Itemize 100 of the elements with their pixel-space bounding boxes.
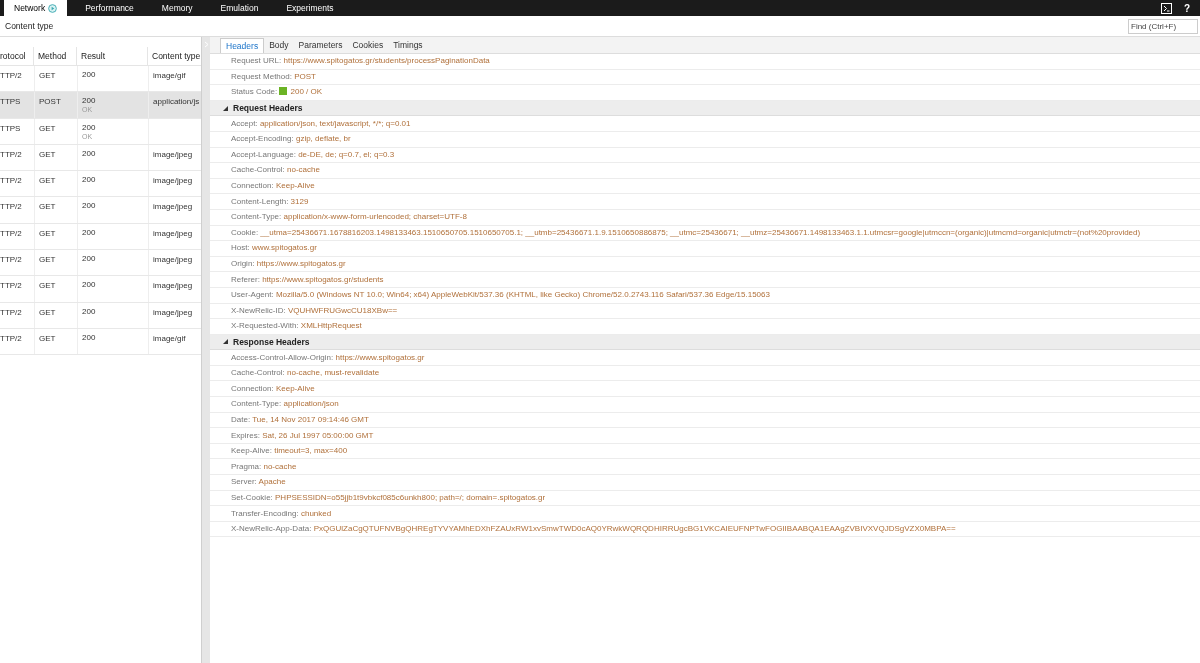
- header-entry: Set-Cookie: PHPSESSIDN=o55jjb1t9vbkcf085c6unkh800; path=/; domain=.spitogatos.gr: [231, 491, 546, 504]
- header-entry: Accept-Encoding: gzip, deflate, br: [231, 133, 351, 146]
- header-entry: Keep-Alive: timeout=3, max=400: [231, 445, 348, 458]
- column-header[interactable]: rotocol: [0, 47, 34, 65]
- header-entry: Referer: https://www.spitogatos.gr/students: [231, 273, 384, 286]
- table-cell: image/jpeg: [153, 281, 193, 291]
- table-cell: image/jpeg: [153, 176, 193, 186]
- tool-tab[interactable]: Experiments: [276, 0, 344, 16]
- table-cell: GET: [39, 228, 56, 238]
- table-cell: image/jpeg: [153, 228, 193, 238]
- header-entry: Connection: Keep-Alive: [231, 180, 315, 193]
- table-cell: GET: [39, 281, 56, 291]
- table-cell: image/jpeg: [153, 202, 193, 212]
- request-row[interactable]: TTP/2 GET 200 image/jpeg: [0, 276, 201, 303]
- table-cell-text: 200: [82, 201, 97, 211]
- table-cell: TTP/2: [0, 333, 22, 343]
- table-cell: image/jpeg: [153, 149, 193, 159]
- table-cell: TTP/2: [0, 281, 22, 291]
- table-cell: TTP/2: [0, 176, 22, 186]
- request-row[interactable]: TTP/2 GET 200 image/jpeg: [0, 171, 201, 198]
- table-cell: image/jpeg: [153, 307, 193, 317]
- detail-tab[interactable]: Cookies: [347, 38, 389, 53]
- table-cell: GET: [39, 307, 56, 317]
- header-entry: Pragma: no-cache: [231, 460, 297, 473]
- table-cell: GET: [39, 149, 56, 159]
- table-cell: TTP/2: [0, 71, 22, 80]
- find-field[interactable]: Find (Ctrl+F): [1128, 18, 1198, 34]
- table-cell: GET: [39, 333, 56, 343]
- header-entry: Transfer-Encoding: chunked: [231, 507, 332, 520]
- table-cell: image/gif: [153, 333, 186, 343]
- detail-tab[interactable]: Timings: [388, 38, 428, 53]
- table-cell: GET: [39, 176, 56, 186]
- table-cell: TTPS: [0, 97, 21, 107]
- header-entry: X-NewRelic-ID: VQUHWFRUGwcCU18XBw==: [231, 304, 398, 317]
- table-cell-text: 200: [82, 70, 97, 79]
- column-header[interactable]: Method: [34, 47, 77, 65]
- table-cell-text: 200: [82, 122, 97, 132]
- table-cell: GET: [39, 71, 56, 80]
- tool-tab[interactable]: Performance: [75, 0, 144, 16]
- table-cell-text: 200: [82, 332, 97, 342]
- request-row[interactable]: TTP/2 GET 200 image/jpeg: [0, 144, 201, 172]
- header-entry: Date: Tue, 14 Nov 2017 09:14:46 GMT: [231, 413, 369, 426]
- table-cell-text: 200: [82, 175, 97, 185]
- header-entry: Status Code: 200 / OK: [231, 86, 323, 99]
- request-row[interactable]: TTP/2 GET 200 image/jpeg: [0, 223, 201, 251]
- table-cell-text: 200: [82, 280, 97, 290]
- request-row[interactable]: TTP/2 GET 200 image/jpeg: [0, 302, 201, 329]
- table-cell-text: 200: [82, 227, 97, 237]
- filter-label[interactable]: Content type: [5, 19, 54, 33]
- detail-tab[interactable]: Parameters: [293, 38, 348, 53]
- detail-tab[interactable]: Body: [264, 38, 294, 53]
- help-button[interactable]: ?: [1183, 0, 1190, 16]
- header-entry: Cookie: __utma=25436671.1678816203.1498133463.1510650705.1510650705.1; __utmb=25436671.1.9.1510650886875; __utmc=25436671; __utmz=25436671.1498133463.1.1.utmcsr=google|utmccn=(organic)|utmcmd=organic|utmctr=(not%20provided): [231, 226, 1141, 239]
- expanded-triangle-icon: [223, 339, 228, 345]
- table-cell: GET: [39, 255, 56, 265]
- header-entry: Request URL: https://www.spitogatos.gr/students/processPaginationData: [231, 55, 490, 68]
- request-row[interactable]: TTP/2 GET 200 image/jpeg: [0, 250, 201, 277]
- console-icon[interactable]: [1160, 2, 1172, 14]
- header-entry: X-Requested-With: XMLHttpRequest: [231, 320, 362, 333]
- table-cell: application/js: [153, 97, 200, 107]
- table-cell-text: 200: [82, 96, 97, 106]
- table-cell-text: 200: [82, 148, 97, 158]
- column-header[interactable]: Content type: [148, 47, 201, 65]
- table-cell: TTP/2: [0, 307, 22, 317]
- header-entry: Expires: Sat, 26 Jul 1997 05:00:00 GMT: [231, 429, 374, 442]
- table-cell: TTP/2: [0, 202, 22, 212]
- table-cell: image/gif: [153, 71, 186, 80]
- tool-tab[interactable]: Network: [4, 0, 68, 16]
- request-row[interactable]: TTP/2 GET 200 image/jpeg: [0, 197, 201, 224]
- expanded-triangle-icon: [223, 105, 228, 111]
- header-entry: User-Agent: Mozilla/5.0 (Windows NT 10.0; Win64; x64) AppleWebKit/537.36 (KHTML, like Gecko) Chrome/52.0.2743.116 Safari/537.36 Edge/15.15063: [231, 289, 770, 302]
- header-entry: Content-Length: 3129: [231, 195, 309, 208]
- header-entry: Access-Control-Allow-Origin: https://www.spitogatos.gr: [231, 351, 425, 364]
- header-entry: Accept: application/json, text/javascript, */*; q=0.01: [231, 117, 411, 130]
- table-cell: TTP/2: [0, 255, 22, 265]
- header-entry: Content-Type: application/json: [231, 398, 339, 411]
- header-entry: Host: www.spitogatos.gr: [231, 242, 317, 255]
- table-cell-text: 200: [82, 254, 97, 264]
- table-cell: POST: [39, 97, 61, 107]
- tool-tab[interactable]: Emulation: [210, 0, 269, 16]
- table-cell: GET: [39, 202, 56, 212]
- table-cell: image/jpeg: [153, 255, 193, 265]
- header-entry: Content-Type: application/x-www-form-urlencoded; charset=UTF-8: [231, 211, 467, 224]
- table-cell-text: 200: [82, 306, 97, 316]
- tool-tab[interactable]: Memory: [151, 0, 203, 16]
- header-entry: Accept-Language: de-DE, de; q=0.7, el; q=0.3: [231, 148, 395, 161]
- header-entry: Cache-Control: no-cache, must-revalidate: [231, 367, 380, 380]
- table-cell: TTPS: [0, 123, 21, 133]
- header-entry: Server: Apache: [231, 476, 286, 489]
- table-cell: TTP/2: [0, 149, 22, 159]
- header-entry: Connection: Keep-Alive: [231, 382, 315, 395]
- header-entry: Cache-Control: no-cache: [231, 164, 320, 177]
- detail-tab[interactable]: Headers: [220, 38, 265, 53]
- header-entry: X-NewRelic-App-Data: PxQGUlZaCgQTUFNVBgQHREgTYVYAMhEDXhFZAUxRW1xvSmwTWD0cAQ0YRwkWQRQDHIRRUgcBG1VKCAIEUFNPTwFOGIIBAABQA1EAAgZVBIVXVQJDSgVZX0MBPA==: [231, 523, 956, 536]
- header-entry: Origin: https://www.spitogatos.gr: [231, 258, 346, 270]
- splitter-bar[interactable]: [201, 37, 210, 663]
- table-cell: TTP/2: [0, 228, 22, 238]
- request-row[interactable]: TTP/2 GET 200 image/gif: [0, 328, 201, 356]
- column-header[interactable]: Result: [77, 47, 148, 65]
- table-cell: GET: [39, 123, 56, 133]
